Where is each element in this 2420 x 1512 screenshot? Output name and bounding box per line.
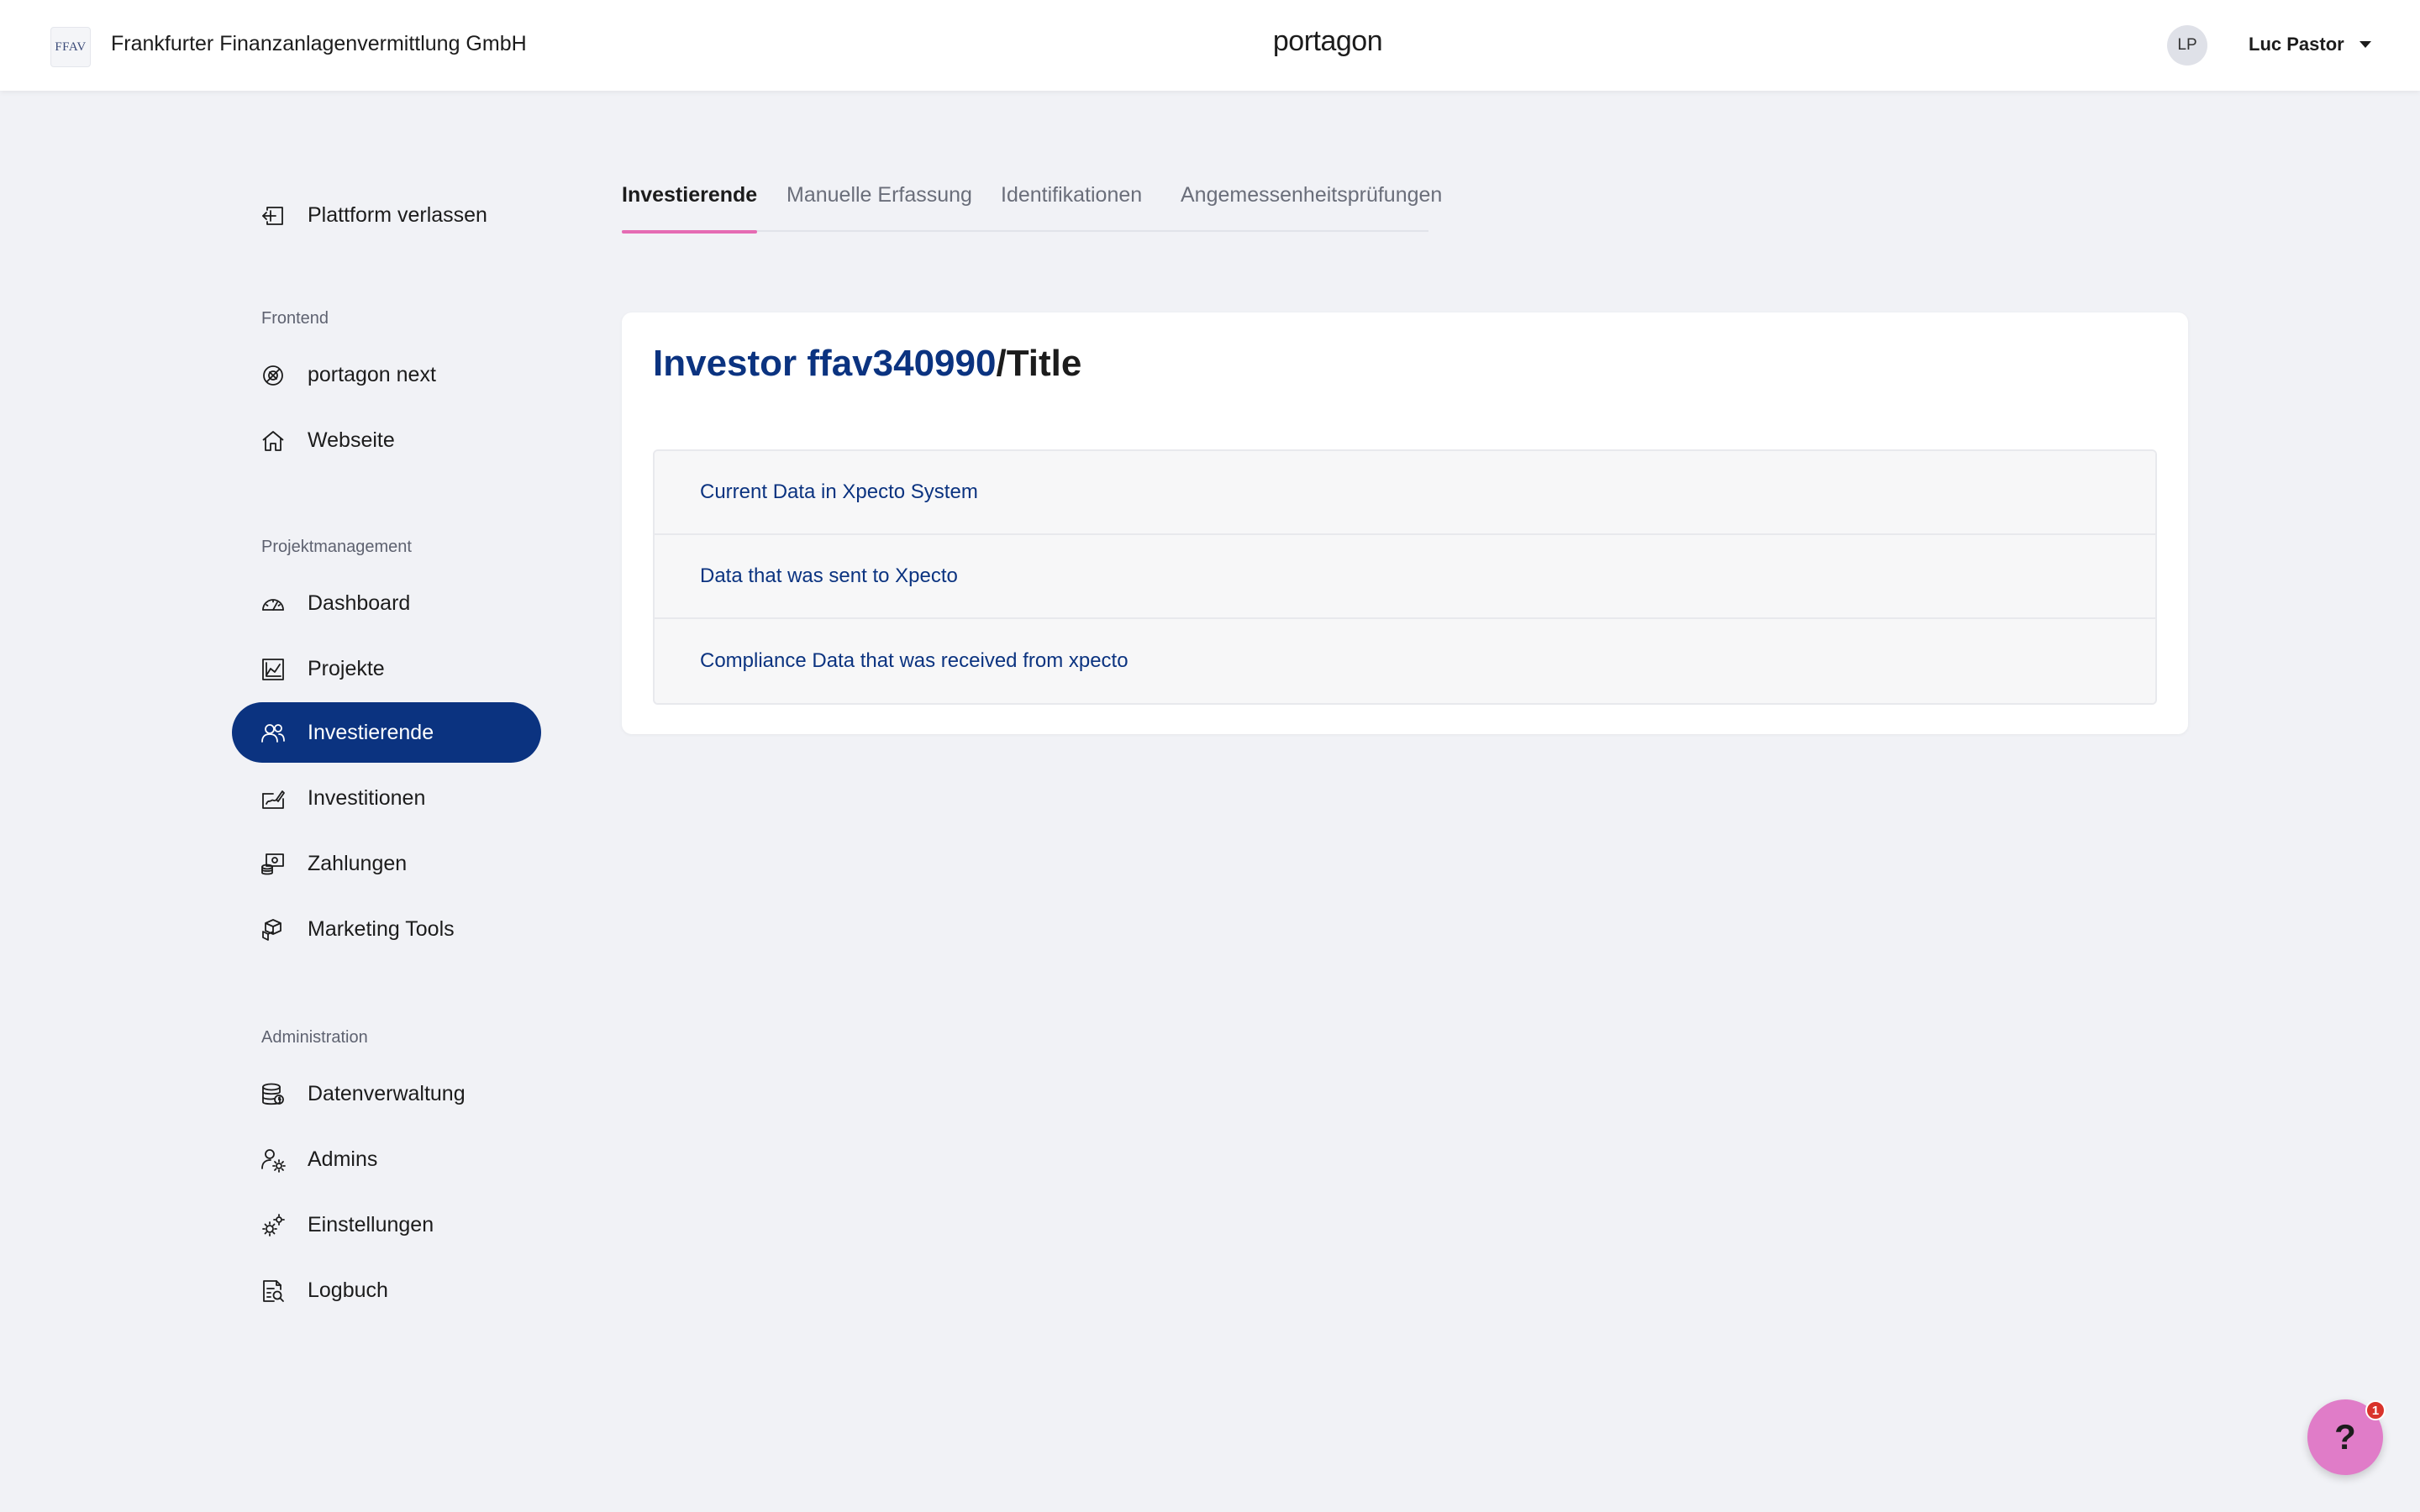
speedometer-icon (260, 591, 287, 617)
admin-user-icon (260, 1147, 287, 1173)
sidebar-item-admins[interactable]: Admins (232, 1129, 541, 1189)
settings-gears-icon (260, 1212, 287, 1239)
organization-name: Frankfurter Finanzanlagenvermittlung Gmb… (111, 32, 527, 55)
sidebar-item-investitionen[interactable]: Investitionen (232, 768, 541, 828)
sidebar-item-label: Admins (308, 1147, 378, 1171)
sidebar-item-label: Investitionen (308, 786, 426, 810)
sidebar-item-investierende[interactable]: Investierende (232, 702, 541, 763)
sidebar-item-label: Plattform verlassen (308, 203, 487, 227)
tab-identifikationen[interactable]: Identifikationen (1001, 183, 1142, 232)
data-accordion: Current Data in Xpecto System Data that … (653, 449, 2157, 705)
top-header: FFAV Frankfurter Finanzanlagenvermittlun… (0, 0, 2420, 91)
user-name[interactable]: Luc Pastor (2249, 34, 2344, 55)
sidebar-item-logbuch[interactable]: Logbuch (232, 1260, 541, 1320)
sidebar-item-label: Dashboard (308, 591, 411, 615)
sidebar-item-zahlungen[interactable]: Zahlungen (232, 833, 541, 894)
sidebar-item-projekte[interactable]: Projekte (232, 638, 541, 699)
sidebar-item-dashboard[interactable]: Dashboard (232, 573, 541, 633)
section-title-projektmanagement: Projektmanagement (261, 538, 412, 556)
tab-manuelle-erfassung[interactable]: Manuelle Erfassung (786, 183, 972, 232)
sidebar-item-label: Investierende (308, 721, 434, 744)
title-suffix: /Title (996, 343, 1082, 384)
sidebar-item-label: Marketing Tools (308, 917, 455, 941)
tab-investierende[interactable]: Investierende (622, 183, 758, 234)
page-title: Investor ffav340990/Title (653, 343, 1081, 385)
sidebar-item-marketing-tools[interactable]: Marketing Tools (232, 899, 541, 959)
portagon-logo-text: portagon (1272, 25, 1383, 57)
sidebar-item-datenverwaltung[interactable]: Datenverwaltung (232, 1063, 541, 1124)
accordion-sent-data[interactable]: Data that was sent to Xpecto (655, 535, 2155, 619)
tab-bar: Investierende Manuelle Erfassung Identif… (622, 176, 1442, 234)
accordion-current-data[interactable]: Current Data in Xpecto System (655, 451, 2155, 535)
section-title-frontend: Frontend (261, 309, 329, 328)
sidebar-item-label: Einstellungen (308, 1213, 434, 1236)
organization-logo[interactable]: FFAV (50, 27, 91, 67)
investor-card: Investor ffav340990/Title Current Data i… (622, 312, 2188, 734)
tab-angemessenheitspruefungen[interactable]: Angemessenheitsprüfungen (1181, 183, 1442, 232)
exit-icon (260, 202, 287, 229)
signature-icon (260, 785, 287, 812)
sidebar-item-label: Zahlungen (308, 852, 408, 875)
portagon-next-icon (260, 362, 287, 389)
sidebar-item-einstellungen[interactable]: Einstellungen (232, 1194, 541, 1255)
cubes-icon (260, 916, 287, 943)
caret-down-icon[interactable] (2357, 39, 2374, 50)
logbook-icon (260, 1278, 287, 1305)
database-icon (260, 1081, 287, 1108)
home-icon (260, 428, 287, 454)
sidebar-item-label: Logbuch (308, 1278, 388, 1302)
sidebar-item-label: portagon next (308, 363, 436, 386)
payments-icon (260, 851, 287, 878)
chart-icon (260, 656, 287, 683)
notification-badge: 1 (2365, 1400, 2386, 1420)
sidebar-item-label: Projekte (308, 657, 385, 680)
users-icon (260, 720, 287, 747)
sidebar-item-portagon-next[interactable]: portagon next (232, 344, 541, 405)
accordion-label: Data that was sent to Xpecto (700, 564, 958, 587)
sidebar-item-webseite[interactable]: Webseite (232, 410, 541, 470)
sidebar-item-exit-platform[interactable]: Plattform verlassen (232, 185, 541, 245)
question-mark-icon: ? (2334, 1417, 2356, 1457)
sidebar-item-label: Webseite (308, 428, 395, 452)
accordion-label: Compliance Data that was received from x… (700, 649, 1128, 672)
accordion-compliance-data[interactable]: Compliance Data that was received from x… (655, 619, 2155, 703)
portagon-logo[interactable]: portagon (1260, 25, 1395, 58)
investor-id-title: Investor ffav340990 (653, 343, 997, 384)
section-title-administration: Administration (261, 1028, 368, 1047)
accordion-label: Current Data in Xpecto System (700, 480, 978, 503)
sidebar-item-label: Datenverwaltung (308, 1082, 466, 1105)
user-avatar[interactable]: LP (2167, 25, 2207, 66)
